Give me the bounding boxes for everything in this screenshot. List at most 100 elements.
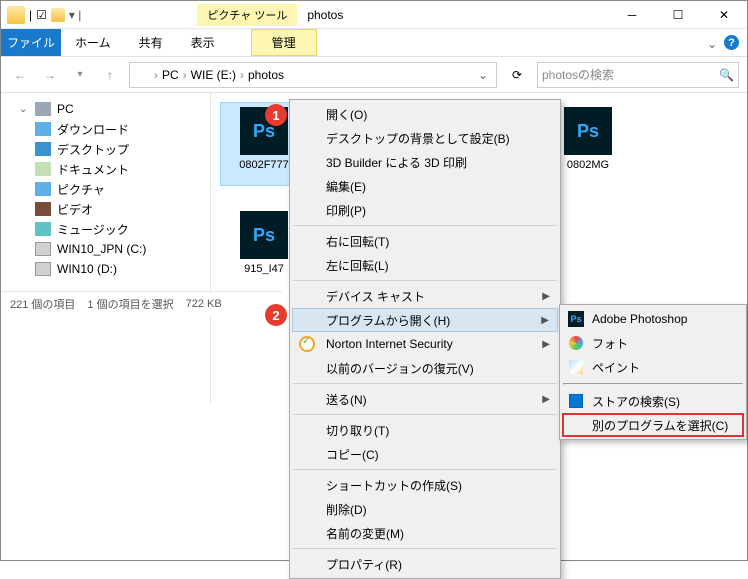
tree-item-label: ドキュメント — [57, 161, 129, 178]
tree-item-icon — [35, 262, 51, 276]
tree-item-icon — [35, 142, 51, 156]
menu-delete[interactable]: 削除(D) — [292, 497, 558, 521]
menu-3d-builder[interactable]: 3D Builder による 3D 印刷 — [292, 150, 558, 174]
submenu-store-search[interactable]: ストアの検索(S) — [562, 389, 744, 413]
menu-open-with[interactable]: プログラムから開く(H)▶ — [292, 308, 558, 332]
submenu-paint[interactable]: ペイント — [562, 355, 744, 379]
ribbon-tabs: ファイル ホーム 共有 表示 管理 ⌄ ? — [1, 29, 747, 57]
photoshop-thumbnail-icon: Ps — [240, 211, 288, 259]
chevron-right-icon[interactable]: › — [152, 68, 160, 82]
tree-item-icon — [35, 162, 51, 176]
address-dropdown[interactable]: ⌄ — [478, 68, 492, 82]
qat-divider: | — [29, 8, 32, 22]
tree-item-label: ミュージック — [57, 221, 129, 238]
menu-print[interactable]: 印刷(P) — [292, 198, 558, 222]
nav-sidebar: ⌄ PC ダウンロードデスクトップドキュメントピクチャビデオミュージック WIN1… — [1, 93, 211, 403]
chevron-right-icon: ▶ — [542, 394, 550, 405]
menu-rename[interactable]: 名前の変更(M) — [292, 521, 558, 545]
photoshop-icon: Ps — [568, 311, 584, 327]
address-bar: ← → ▾ ↑ › PC › WIE (E:) › photos ⌄ ⟳ pho… — [1, 57, 747, 93]
tree-item-label: WIN10 (D:) — [57, 262, 117, 276]
chevron-right-icon[interactable]: › — [181, 68, 189, 82]
menu-send-to[interactable]: 送る(N)▶ — [292, 387, 558, 411]
folder-icon — [7, 6, 25, 24]
menu-create-shortcut[interactable]: ショートカットの作成(S) — [292, 473, 558, 497]
maximize-button[interactable]: ☐ — [655, 2, 701, 28]
crumb-drive[interactable]: WIE (E:) — [191, 68, 236, 82]
breadcrumb[interactable]: › PC › WIE (E:) › photos ⌄ — [129, 62, 497, 88]
tab-file[interactable]: ファイル — [1, 29, 61, 56]
menu-set-desktop-bg[interactable]: デスクトップの背景として設定(B) — [292, 126, 558, 150]
checkbox-icon[interactable]: ☑ — [36, 8, 47, 22]
status-bar: 221 個の項目 1 個の項目を選択 722 KB — [2, 291, 282, 315]
tree-item-icon — [35, 182, 51, 196]
submenu-choose-program[interactable]: 別のプログラムを選択(C) — [562, 413, 744, 437]
menu-rotate-right[interactable]: 右に回転(T) — [292, 229, 558, 253]
tree-item[interactable]: WIN10 (D:) — [1, 259, 210, 279]
menu-edit[interactable]: 編集(E) — [292, 174, 558, 198]
search-placeholder: photosの検索 — [542, 66, 614, 83]
up-button[interactable]: ↑ — [99, 64, 121, 86]
window-titlebar: | ☑ ▾ | ピクチャ ツール photos ─ ☐ ✕ — [1, 1, 747, 29]
norton-icon — [299, 336, 315, 352]
store-icon — [569, 394, 583, 408]
chevron-right-icon[interactable]: › — [238, 68, 246, 82]
search-icon[interactable]: 🔍 — [719, 68, 734, 82]
paint-icon — [569, 360, 583, 374]
tab-manage[interactable]: 管理 — [251, 29, 317, 56]
tree-item[interactable]: WIN10_JPN (C:) — [1, 239, 210, 259]
menu-norton[interactable]: Norton Internet Security▶ — [292, 332, 558, 356]
tree-item-label: デスクトップ — [57, 141, 129, 158]
tree-item[interactable]: ピクチャ — [1, 179, 210, 199]
contextual-tab-label: ピクチャ ツール — [197, 4, 297, 26]
crumb-pc[interactable]: PC — [162, 68, 179, 82]
ribbon-expand-icon[interactable]: ⌄ — [707, 37, 717, 51]
tree-item[interactable]: ミュージック — [1, 219, 210, 239]
tab-view[interactable]: 表示 — [177, 29, 229, 56]
tab-share[interactable]: 共有 — [125, 29, 177, 56]
tree-item-icon — [35, 242, 51, 256]
photos-app-icon — [569, 336, 583, 350]
qat-overflow[interactable]: ▾ | — [69, 8, 81, 22]
annotation-badge-2: 2 — [265, 304, 287, 326]
status-selected: 1 個の項目を選択 — [87, 296, 173, 312]
refresh-button[interactable]: ⟳ — [505, 68, 529, 82]
menu-restore-versions[interactable]: 以前のバージョンの復元(V) — [292, 356, 558, 380]
crumb-folder[interactable]: photos — [248, 68, 284, 82]
search-input[interactable]: photosの検索 🔍 — [537, 62, 739, 88]
annotation-badge-1: 1 — [265, 104, 287, 126]
menu-copy[interactable]: コピー(C) — [292, 442, 558, 466]
tree-pc[interactable]: ⌄ PC — [1, 99, 210, 119]
chevron-right-icon: ▶ — [542, 291, 550, 302]
menu-rotate-left[interactable]: 左に回転(L) — [292, 253, 558, 277]
close-button[interactable]: ✕ — [701, 2, 747, 28]
submenu-photoshop[interactable]: PsAdobe Photoshop — [562, 307, 744, 331]
tree-item-icon — [35, 222, 51, 236]
status-size: 722 KB — [186, 298, 222, 310]
forward-button[interactable]: → — [39, 64, 61, 86]
chevron-right-icon: ▶ — [541, 315, 549, 326]
tree-item[interactable]: ビデオ — [1, 199, 210, 219]
tree-item-icon — [35, 122, 51, 136]
folder-icon — [134, 68, 150, 82]
back-button[interactable]: ← — [9, 64, 31, 86]
tree-item[interactable]: デスクトップ — [1, 139, 210, 159]
folder-icon-small — [51, 8, 65, 22]
tree-label: PC — [57, 102, 74, 116]
pc-icon — [35, 102, 51, 116]
tree-item[interactable]: ドキュメント — [1, 159, 210, 179]
menu-open[interactable]: 開く(O) — [292, 102, 558, 126]
tree-item-icon — [35, 202, 51, 216]
menu-properties[interactable]: プロパティ(R) — [292, 552, 558, 576]
menu-cut[interactable]: 切り取り(T) — [292, 418, 558, 442]
minimize-button[interactable]: ─ — [609, 2, 655, 28]
collapse-icon[interactable]: ⌄ — [19, 104, 29, 115]
help-icon[interactable]: ? — [724, 35, 739, 50]
tree-item-label: WIN10_JPN (C:) — [57, 242, 146, 256]
tree-item[interactable]: ダウンロード — [1, 119, 210, 139]
open-with-submenu: PsAdobe Photoshop フォト ペイント ストアの検索(S) 別のプ… — [559, 304, 747, 440]
submenu-photos[interactable]: フォト — [562, 331, 744, 355]
menu-device-cast[interactable]: デバイス キャスト▶ — [292, 284, 558, 308]
recent-dropdown[interactable]: ▾ — [69, 64, 91, 86]
tab-home[interactable]: ホーム — [61, 29, 125, 56]
